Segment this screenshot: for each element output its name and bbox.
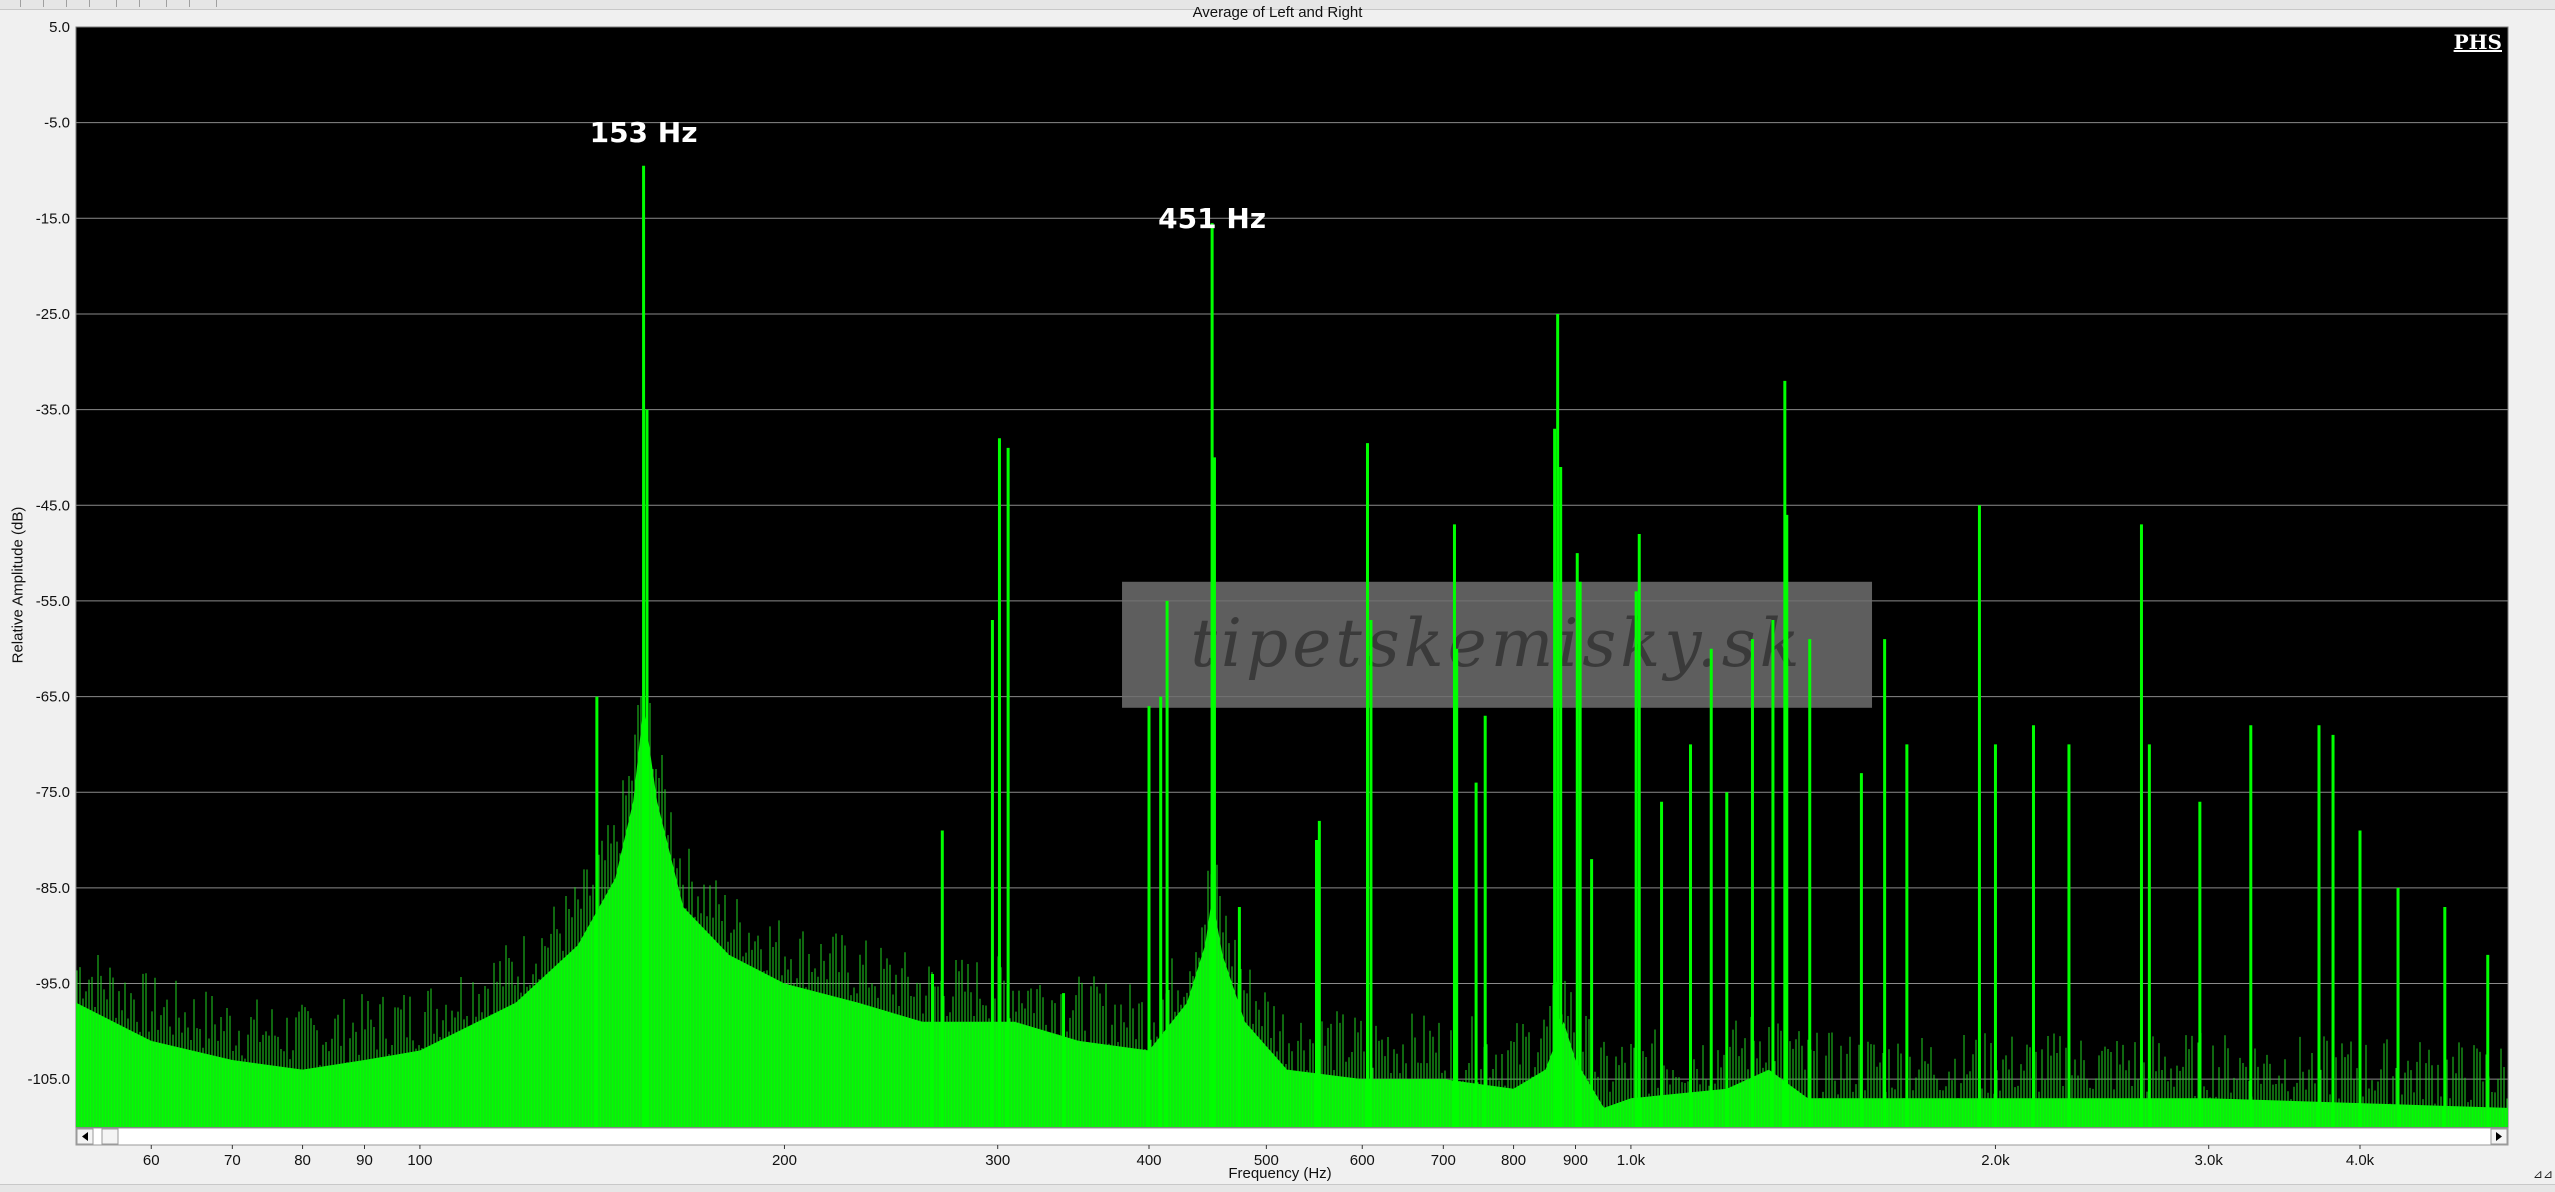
x-tick-label: 700 xyxy=(1431,1152,1456,1169)
x-tick-label: 500 xyxy=(1254,1152,1279,1169)
y-tick-label: 5.0 xyxy=(49,19,70,36)
y-tick-label: -25.0 xyxy=(36,306,70,323)
x-tick-label: 300 xyxy=(985,1152,1010,1169)
phs-logo: PHS xyxy=(2454,30,2502,54)
scroll-thumb[interactable] xyxy=(101,1128,119,1145)
resize-icon[interactable]: ⊿⊿ xyxy=(2533,1167,2553,1181)
y-tick-label: -35.0 xyxy=(36,402,70,419)
x-tick-label: 80 xyxy=(294,1152,311,1169)
y-tick-label: -55.0 xyxy=(36,593,70,610)
x-tick-label: 100 xyxy=(407,1152,432,1169)
x-tick-label: 60 xyxy=(143,1152,160,1169)
spectrum-chart: 5.0 -5.0 -15.0 -25.0 -35.0 -45.0 -55.0 -65.0 -75… xyxy=(27,19,2509,1169)
y-tick-label: -75.0 xyxy=(36,784,70,801)
x-tick-label: 70 xyxy=(224,1152,241,1169)
x-tick-label: 90 xyxy=(356,1152,373,1169)
x-tick-label: 3.0k xyxy=(2195,1152,2224,1169)
y-tick-label: -15.0 xyxy=(36,210,70,227)
y-tick-label: -45.0 xyxy=(36,497,70,514)
y-tick-label: -5.0 xyxy=(44,115,70,132)
x-tick-label: 4.0k xyxy=(2346,1152,2375,1169)
x-tick-label: 1.0k xyxy=(1617,1152,1646,1169)
x-tick-label: 400 xyxy=(1136,1152,1161,1169)
peak-annotation: 451 Hz xyxy=(1158,202,1266,235)
x-tick-label: 2.0k xyxy=(1981,1152,2010,1169)
y-tick-label: -85.0 xyxy=(36,880,70,897)
x-tick-label: 900 xyxy=(1563,1152,1588,1169)
y-tick-label: -65.0 xyxy=(36,689,70,706)
horizontal-scrollbar[interactable] xyxy=(75,1127,2509,1146)
plot-area xyxy=(75,26,2509,1128)
peak-annotation: 153 Hz xyxy=(590,116,698,149)
y-tick-label: -95.0 xyxy=(36,976,70,993)
y-tick-label: -105.0 xyxy=(27,1071,70,1088)
x-tick-label: 800 xyxy=(1501,1152,1526,1169)
x-tick-label: 200 xyxy=(772,1152,797,1169)
x-tick-label: 600 xyxy=(1350,1152,1375,1169)
